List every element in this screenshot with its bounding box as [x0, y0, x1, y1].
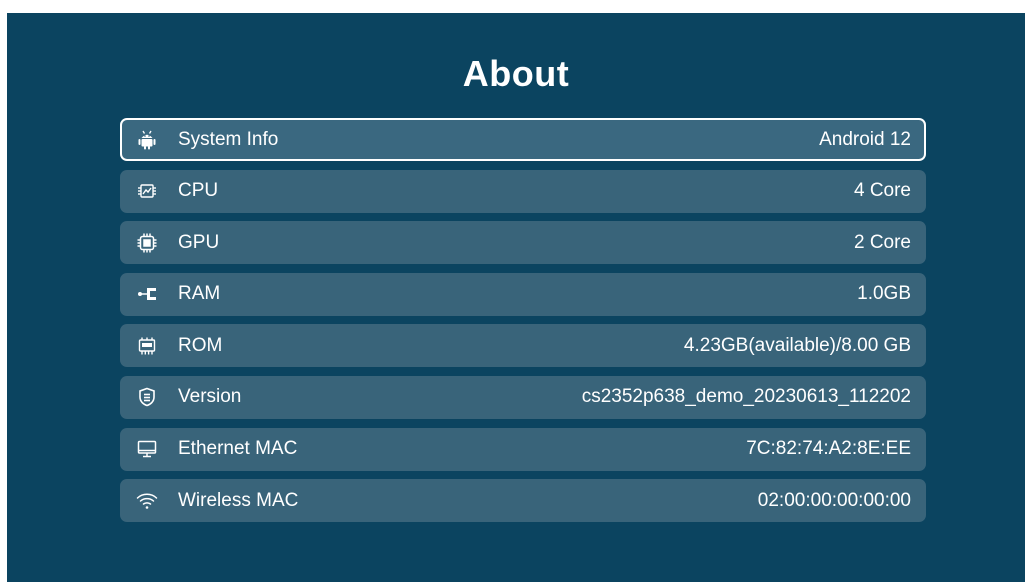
item-label: CPU — [178, 180, 219, 202]
item-label: Wireless MAC — [178, 489, 299, 511]
list-item-cpu[interactable]: CPU 4 Core — [120, 169, 926, 213]
list-item-ram[interactable]: RAM 1.0GB — [120, 272, 926, 316]
about-screen: About System Info Android 12 CPU 4 Core … — [7, 13, 1025, 582]
item-value: cs2352p638_demo_20230613_112202 — [581, 386, 911, 408]
list-item-ethernet-mac[interactable]: Ethernet MAC 7C:82:74:A2:8E:EE — [120, 427, 926, 471]
list-item-system-info[interactable]: System Info Android 12 — [120, 118, 926, 161]
monitor-icon — [136, 438, 158, 460]
shield-icon — [136, 386, 158, 408]
ram-icon — [136, 283, 158, 305]
rom-icon — [136, 335, 158, 357]
item-value: 1.0GB — [857, 283, 911, 305]
item-label: RAM — [178, 283, 221, 305]
list-item-gpu[interactable]: GPU 2 Core — [120, 221, 926, 265]
list-item-version[interactable]: Version cs2352p638_demo_20230613_112202 — [120, 375, 926, 419]
item-value: 02:00:00:00:00:00 — [757, 489, 911, 511]
wifi-icon — [136, 490, 158, 512]
item-label: ROM — [178, 334, 223, 356]
list-item-rom[interactable]: ROM 4.23GB(available)/8.00 GB — [120, 324, 926, 368]
list-item-wireless-mac[interactable]: Wireless MAC 02:00:00:00:00:00 — [120, 479, 926, 523]
item-label: Version — [178, 386, 242, 408]
android-icon — [136, 129, 158, 151]
item-label: Ethernet MAC — [178, 438, 298, 460]
gpu-chip-icon — [136, 232, 158, 254]
info-list: System Info Android 12 CPU 4 Core GPU 2 … — [120, 118, 926, 531]
item-label: GPU — [178, 231, 220, 253]
item-value: 7C:82:74:A2:8E:EE — [746, 438, 911, 460]
cpu-icon — [136, 180, 158, 202]
page-title: About — [462, 53, 570, 94]
item-value: 4 Core — [853, 180, 911, 202]
item-value: 4.23GB(available)/8.00 GB — [683, 334, 911, 356]
item-value: 2 Core — [853, 231, 911, 253]
item-label: System Info — [178, 128, 279, 150]
item-value: Android 12 — [819, 128, 911, 150]
